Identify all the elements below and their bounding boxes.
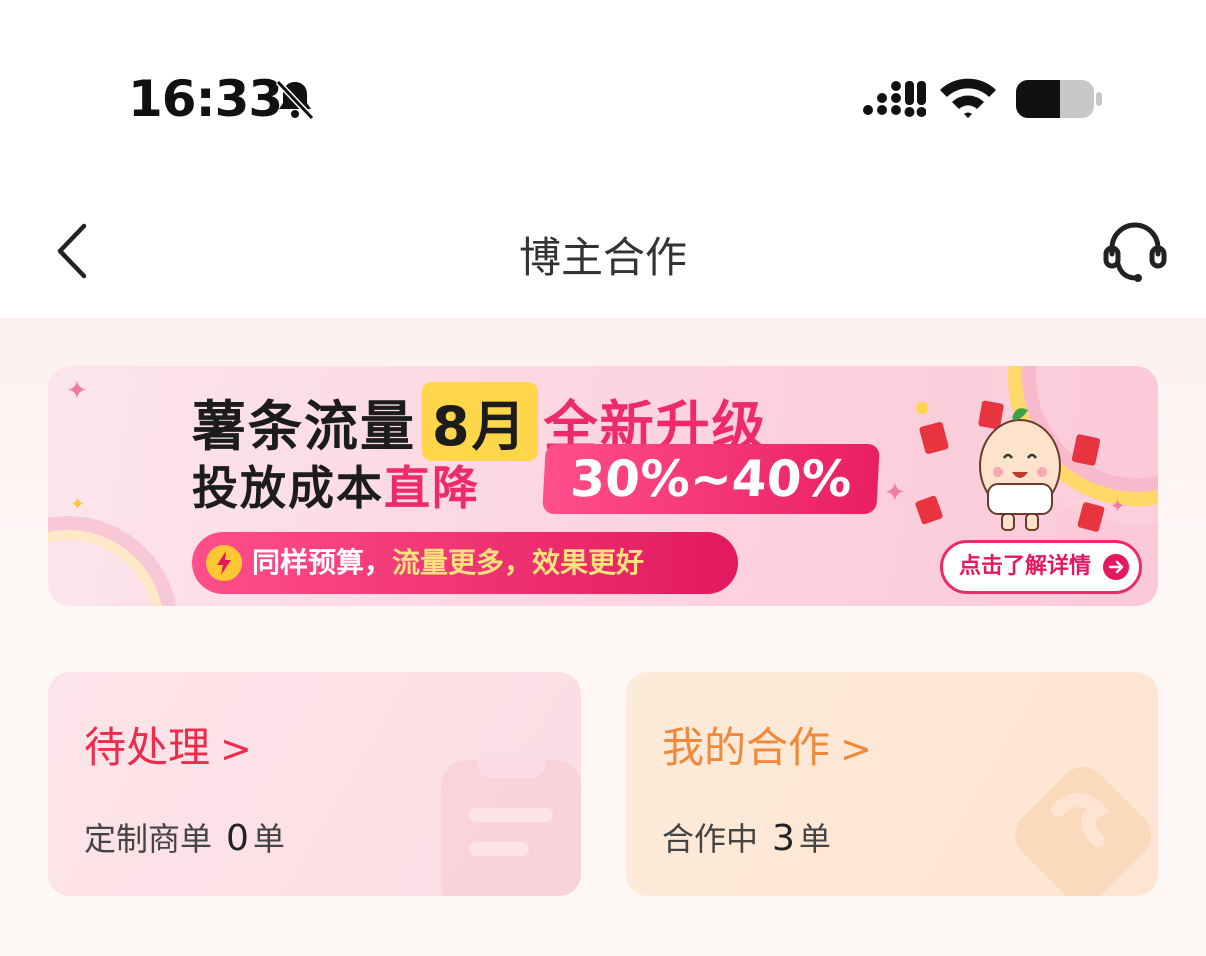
in-progress-count: 3 xyxy=(772,818,795,859)
custom-order-count: 0 xyxy=(226,818,249,859)
order-unit: 单 xyxy=(798,820,831,858)
banner-subheadline: 投放成本直降 xyxy=(192,452,480,518)
sparkle-icon: ✦ xyxy=(884,478,906,508)
banner-slogan-highlight: 流量更多，效果更好 xyxy=(392,546,645,579)
banner-slogan-pill: 同样预算，流量更多，效果更好 xyxy=(192,532,738,594)
nav-bar: 博主合作 xyxy=(0,180,1206,318)
banner-month-badge: 8月 xyxy=(422,382,538,461)
pending-title-text: 待处理 xyxy=(84,723,211,772)
pending-card[interactable]: 待处理 > 定制商单 0 单 xyxy=(48,672,581,896)
chevron-right-icon: > xyxy=(840,727,872,771)
cooperation-summary: 合作中 3 单 xyxy=(662,814,831,860)
rainbow-decoration xyxy=(48,516,178,606)
clipboard-icon xyxy=(441,746,581,896)
page-title: 博主合作 xyxy=(518,233,687,282)
banner-headline-text: 薯条流量 xyxy=(192,395,416,458)
banner-cost-text: 投放成本 xyxy=(192,461,384,515)
status-time: 16:33 xyxy=(128,70,283,128)
pending-title: 待处理 > xyxy=(84,714,252,775)
banner-slogan-text: 同样预算， xyxy=(252,546,393,579)
banner-drop-text: 直降 xyxy=(384,461,480,515)
promo-banner[interactable]: ✦ ✦ ✦ ✦ 薯条流量 8月 全新升级 投放成本直降 30%~40% 同样预算，流… xyxy=(48,366,1158,606)
chevron-right-icon: > xyxy=(220,727,252,771)
status-bar: 16:33 xyxy=(0,0,1206,180)
headset-icon[interactable] xyxy=(1102,220,1168,286)
signal-icon xyxy=(863,81,926,117)
lightning-icon xyxy=(206,545,242,581)
sparkle-icon: ✦ xyxy=(1110,496,1126,517)
my-cooperation-title: 我的合作 > xyxy=(662,714,872,775)
pending-summary: 定制商单 0 单 xyxy=(84,814,285,860)
handshake-icon xyxy=(1015,767,1151,896)
sparkle-icon: ✦ xyxy=(66,376,88,406)
my-cooperation-card[interactable]: 我的合作 > 合作中 3 单 xyxy=(626,672,1158,896)
in-progress-label: 合作中 xyxy=(662,820,759,858)
wifi-icon xyxy=(940,78,996,118)
banner-percent-badge: 30%~40% xyxy=(542,444,880,514)
bell-slash-icon xyxy=(275,79,315,121)
order-unit: 单 xyxy=(252,820,285,858)
sparkle-icon: ✦ xyxy=(70,494,86,515)
learn-more-button[interactable]: 点击了解详情 xyxy=(940,540,1142,594)
battery-icon xyxy=(1016,80,1102,118)
custom-order-label: 定制商单 xyxy=(84,820,213,858)
mascot-illustration xyxy=(915,400,1105,532)
arrow-right-icon xyxy=(1103,554,1129,580)
learn-more-label: 点击了解详情 xyxy=(959,554,1092,579)
my-cooperation-title-text: 我的合作 xyxy=(662,723,831,772)
